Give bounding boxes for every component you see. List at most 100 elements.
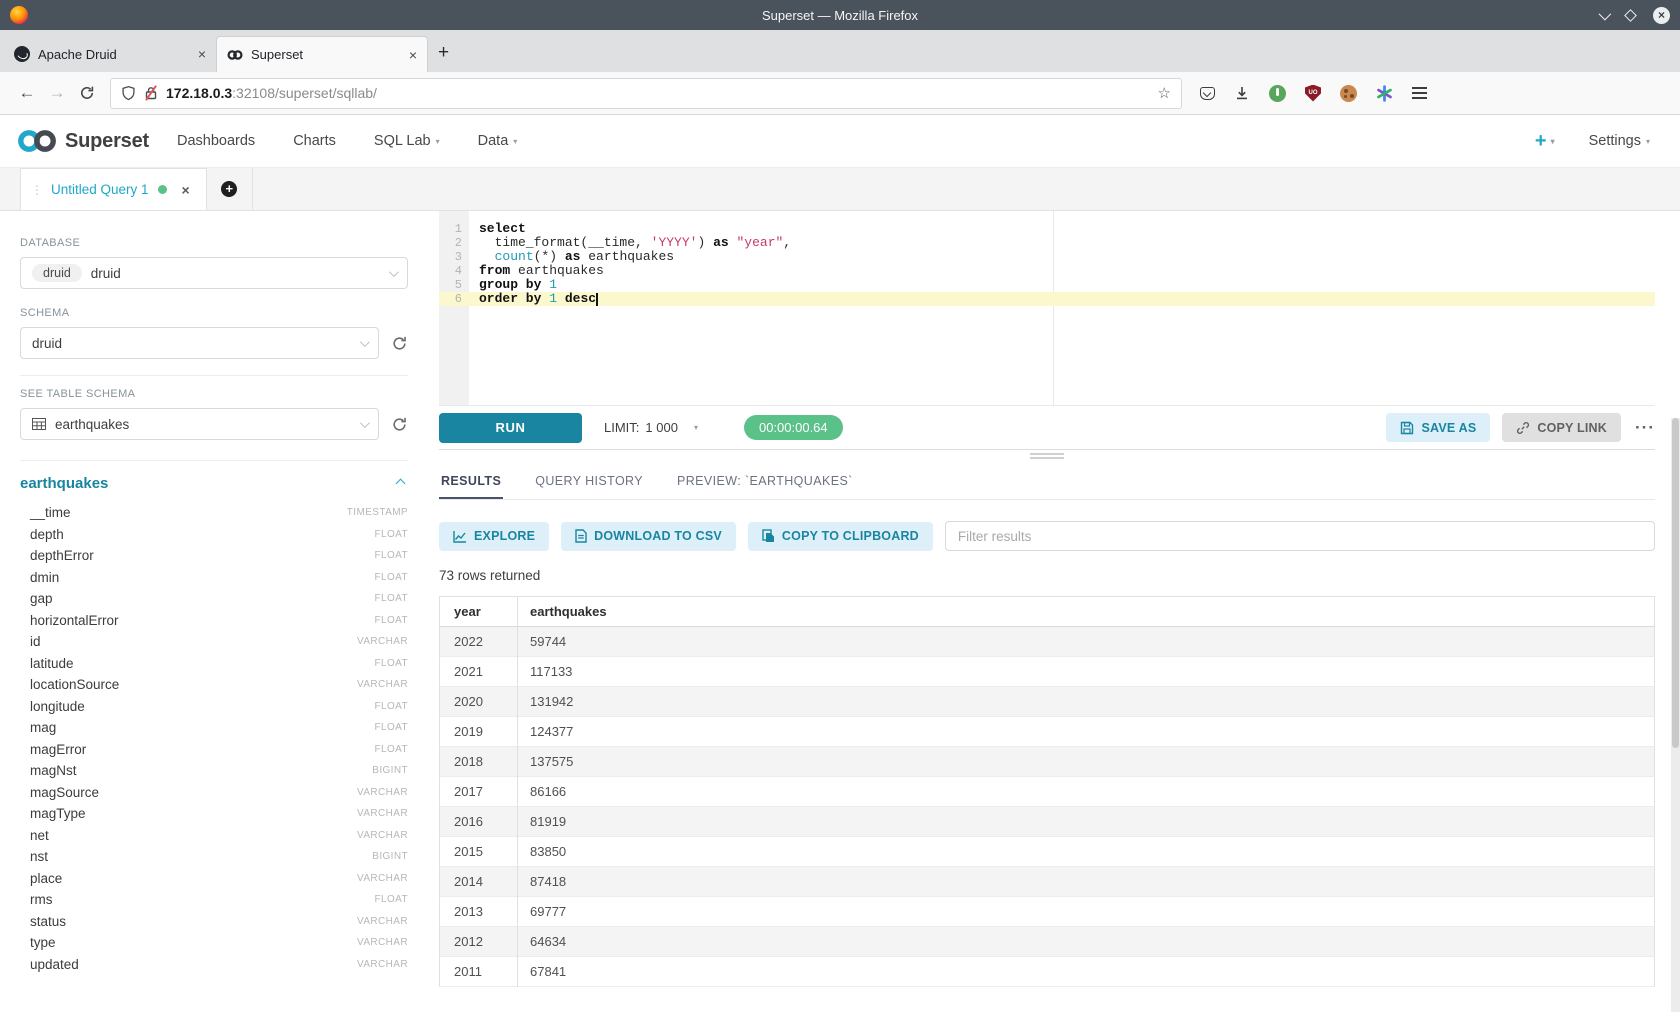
column-row[interactable]: longitudeFLOAT — [30, 696, 408, 718]
cookie-extension-icon[interactable] — [1340, 85, 1357, 102]
column-type: VARCHAR — [357, 679, 408, 690]
column-row[interactable]: latitudeFLOAT — [30, 653, 408, 675]
sql-editor[interactable]: 1select2 time_format(__time, 'YYYY') as … — [439, 211, 1655, 405]
filter-results-input[interactable] — [945, 521, 1655, 551]
refresh-schema-icon[interactable] — [391, 335, 408, 352]
column-row[interactable]: magErrorFLOAT — [30, 739, 408, 761]
column-row[interactable]: nstBIGINT — [30, 846, 408, 868]
url-bar[interactable]: 172.18.0.3:32108/superset/sqllab/ ☆ — [110, 78, 1182, 109]
new-tab-button[interactable]: + — [438, 42, 449, 64]
column-row[interactable]: dminFLOAT — [30, 567, 408, 589]
column-row[interactable]: rmsFLOAT — [30, 889, 408, 911]
column-row[interactable]: statusVARCHAR — [30, 911, 408, 933]
column-row[interactable]: idVARCHAR — [30, 631, 408, 653]
url-text[interactable]: 172.18.0.3:32108/superset/sqllab/ — [166, 85, 377, 101]
query-tab-close-icon[interactable]: × — [182, 182, 190, 198]
column-row[interactable]: __timeTIMESTAMP — [30, 502, 408, 524]
menu-icon[interactable] — [1412, 87, 1427, 99]
column-row[interactable]: placeVARCHAR — [30, 868, 408, 890]
ublock-origin-icon[interactable]: UO — [1305, 85, 1321, 102]
editor-line[interactable]: 6order by 1 desc — [439, 292, 1655, 306]
column-type: VARCHAR — [357, 808, 408, 819]
column-header-earthquakes[interactable]: earthquakes — [518, 597, 1655, 627]
pane-resize-handle[interactable] — [439, 450, 1655, 461]
bookmark-star-icon[interactable]: ☆ — [1158, 84, 1171, 102]
more-actions-icon[interactable]: ··· — [1635, 418, 1655, 438]
superset-logo[interactable]: Superset — [16, 127, 149, 155]
column-row[interactable]: horizontalErrorFLOAT — [30, 610, 408, 632]
forward-button[interactable]: → — [42, 83, 72, 103]
close-window-icon[interactable]: × — [1653, 7, 1670, 24]
save-as-button[interactable]: SAVE AS — [1386, 413, 1490, 442]
database-select[interactable]: druid druid — [20, 257, 408, 289]
extension-green-icon[interactable] — [1269, 85, 1286, 102]
column-row[interactable]: gapFLOAT — [30, 588, 408, 610]
copy-link-button[interactable]: COPY LINK — [1502, 413, 1621, 442]
nav-dashboards[interactable]: Dashboards — [177, 133, 255, 149]
column-row[interactable]: depthErrorFLOAT — [30, 545, 408, 567]
shield-icon[interactable] — [121, 85, 136, 101]
table-cell: 2018 — [440, 747, 518, 777]
editor-line[interactable]: 5group by 1 — [439, 278, 1655, 292]
minimize-icon[interactable] — [1599, 7, 1612, 20]
limit-dropdown[interactable]: LIMIT: 1 000 ▾ — [604, 420, 698, 435]
explore-button[interactable]: EXPLORE — [439, 522, 549, 551]
column-row[interactable]: updatedVARCHAR — [30, 954, 408, 976]
column-header-year[interactable]: year — [440, 597, 518, 627]
column-row[interactable]: magNstBIGINT — [30, 760, 408, 782]
table-name[interactable]: earthquakes — [20, 475, 108, 492]
tab-results[interactable]: RESULTS — [439, 465, 503, 499]
pocket-icon[interactable] — [1200, 87, 1215, 100]
column-row[interactable]: netVARCHAR — [30, 825, 408, 847]
settings-menu[interactable]: Settings▾ — [1589, 133, 1650, 149]
tab-close-icon[interactable]: × — [198, 46, 206, 62]
column-type: FLOAT — [375, 572, 408, 583]
tab-query-history[interactable]: QUERY HISTORY — [533, 465, 645, 499]
add-new-button[interactable]: +▾ — [1535, 130, 1555, 153]
column-row[interactable]: magSourceVARCHAR — [30, 782, 408, 804]
code-text: from earthquakes — [469, 264, 604, 278]
maximize-icon[interactable] — [1624, 9, 1637, 22]
column-row[interactable]: typeVARCHAR — [30, 932, 408, 954]
table-cell: 69777 — [518, 897, 1655, 927]
editor-line[interactable]: 3 count(*) as earthquakes — [439, 250, 1655, 264]
code-text: select — [469, 222, 526, 236]
browser-tab-superset[interactable]: Superset × — [216, 36, 428, 72]
column-name: __time — [30, 505, 71, 520]
column-row[interactable]: depthFLOAT — [30, 524, 408, 546]
code-text: order by 1 desc — [469, 292, 598, 306]
column-row[interactable]: locationSourceVARCHAR — [30, 674, 408, 696]
column-row[interactable]: magTypeVARCHAR — [30, 803, 408, 825]
tab-close-icon[interactable]: × — [409, 47, 417, 63]
editor-line[interactable]: 4from earthquakes — [439, 264, 1655, 278]
reload-button[interactable] — [72, 85, 102, 101]
nav-data[interactable]: Data▾ — [478, 133, 518, 149]
download-csv-button[interactable]: DOWNLOAD TO CSV — [561, 522, 736, 551]
scrollbar-thumb[interactable] — [1672, 418, 1679, 748]
tab-preview-earthquakes[interactable]: PREVIEW: `EARTHQUAKES` — [675, 465, 855, 499]
editor-line[interactable]: 1select — [439, 222, 1655, 236]
run-button[interactable]: RUN — [439, 413, 582, 443]
extension-pinwheel-icon[interactable] — [1376, 85, 1393, 102]
table-cell: 64634 — [518, 927, 1655, 957]
query-tab[interactable]: ⋮ Untitled Query 1 × — [20, 168, 207, 210]
scrollbar[interactable] — [1671, 418, 1680, 1012]
refresh-table-icon[interactable] — [391, 416, 408, 433]
column-row[interactable]: magFLOAT — [30, 717, 408, 739]
browser-tab-druid[interactable]: Apache Druid × — [4, 36, 216, 72]
insecure-lock-icon[interactable] — [144, 86, 158, 100]
download-icon[interactable] — [1234, 85, 1250, 101]
chevron-down-icon — [360, 418, 370, 428]
drag-grip-icon[interactable]: ⋮ — [31, 183, 42, 197]
copy-clipboard-button[interactable]: COPY TO CLIPBOARD — [748, 522, 933, 551]
collapse-chevron-icon[interactable] — [396, 479, 406, 489]
editor-line[interactable]: 2 time_format(__time, 'YYYY') as "year", — [439, 236, 1655, 250]
schema-select[interactable]: druid — [20, 327, 379, 359]
nav-charts[interactable]: Charts — [293, 133, 336, 149]
column-type: VARCHAR — [357, 916, 408, 927]
table-select[interactable]: earthquakes — [20, 408, 379, 440]
column-type: FLOAT — [375, 529, 408, 540]
back-button[interactable]: ← — [12, 83, 42, 103]
new-query-tab[interactable]: + — [207, 168, 253, 210]
nav-sql-lab[interactable]: SQL Lab▾ — [374, 133, 440, 149]
